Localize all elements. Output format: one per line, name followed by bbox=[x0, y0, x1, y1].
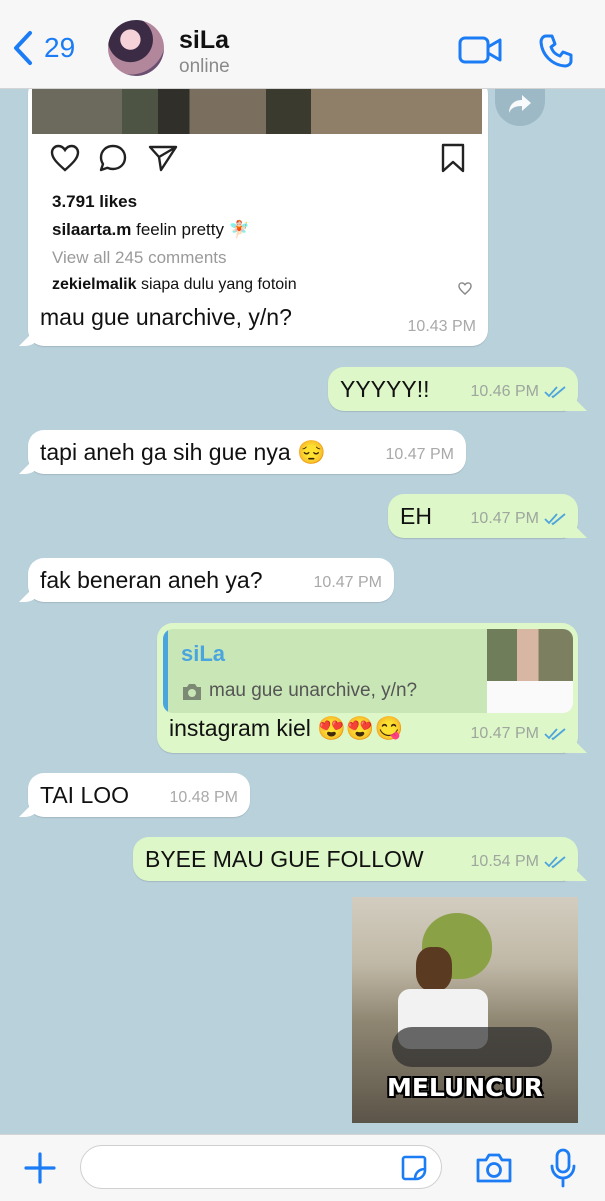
post-likes: 3.791 likes bbox=[52, 192, 138, 211]
message-time: 10.47 PM bbox=[313, 574, 382, 591]
message-time: 10.47 PM bbox=[471, 725, 566, 743]
post-comment: zekielmalik siapa dulu yang fotoin bbox=[52, 276, 297, 294]
time-label: 10.47 PM bbox=[470, 510, 539, 527]
bike bbox=[392, 1027, 552, 1067]
camera-icon[interactable] bbox=[475, 1152, 513, 1184]
bookmark-icon bbox=[441, 143, 465, 173]
quoted-sender: siLa bbox=[181, 641, 226, 666]
message-time: 10.47 PM bbox=[471, 510, 566, 528]
post-photo bbox=[32, 88, 482, 134]
sticker-icon[interactable] bbox=[401, 1155, 427, 1181]
incoming-message[interactable]: TAI LOO 10.48 PM bbox=[28, 773, 250, 817]
message-time: 10.43 PM bbox=[407, 318, 476, 335]
rider-head bbox=[416, 947, 452, 991]
forward-button[interactable] bbox=[495, 88, 545, 126]
message-text: mau gue unarchive, y/n? bbox=[40, 304, 292, 330]
read-ticks-icon bbox=[544, 513, 566, 526]
meme-caption: MELUNCUR bbox=[386, 1073, 544, 1102]
caption-username: silaarta.m bbox=[52, 220, 132, 239]
back-button[interactable]: 29 bbox=[12, 30, 75, 66]
comment-heart-icon bbox=[458, 282, 472, 295]
quote-bar bbox=[163, 629, 168, 713]
read-ticks-icon bbox=[544, 856, 566, 869]
message-time: 10.47 PM bbox=[385, 446, 454, 463]
forward-icon bbox=[509, 95, 531, 113]
comment-username: zekielmalik bbox=[52, 276, 137, 293]
message-text: BYEE MAU GUE FOLLOW bbox=[145, 846, 424, 872]
message-input[interactable] bbox=[80, 1145, 442, 1189]
message-text: fak beneran aneh ya? bbox=[40, 567, 263, 593]
time-label: 10.46 PM bbox=[470, 383, 539, 400]
message-text: tapi aneh ga sih gue nya 😔 bbox=[40, 439, 326, 465]
incoming-message[interactable]: tapi aneh ga sih gue nya 😔 10.47 PM bbox=[28, 430, 466, 474]
thumbnail-photo bbox=[487, 629, 573, 681]
outgoing-reply-message[interactable]: siLa mau gue unarchive, y/n? instagram k… bbox=[157, 623, 578, 753]
plus-icon[interactable] bbox=[24, 1152, 56, 1184]
post-card: 3.791 likes silaarta.m feelin pretty 🧚🏻 … bbox=[32, 134, 484, 295]
message-time: 10.48 PM bbox=[169, 789, 238, 806]
message-time: 10.54 PM bbox=[471, 853, 566, 871]
message-text: YYYYY!! bbox=[340, 376, 430, 402]
contact-name[interactable]: siLa bbox=[179, 26, 229, 55]
video-call-icon[interactable] bbox=[458, 36, 502, 64]
meme-image[interactable]: MELUNCUR bbox=[352, 897, 578, 1123]
message-composer bbox=[0, 1134, 605, 1201]
camera-icon bbox=[183, 684, 201, 700]
share-icon bbox=[148, 145, 178, 172]
phone-icon[interactable] bbox=[538, 33, 574, 69]
message-text: TAI LOO bbox=[40, 782, 130, 808]
message-text: EH bbox=[400, 503, 432, 529]
view-comments-link: View all 245 comments bbox=[52, 248, 227, 267]
message-text: instagram kiel 😍😍😋 bbox=[169, 715, 404, 741]
chevron-left-icon bbox=[14, 31, 32, 65]
chat-header: 29 siLa online bbox=[0, 0, 605, 89]
message-time: 10.46 PM bbox=[471, 383, 566, 401]
quoted-message[interactable]: siLa mau gue unarchive, y/n? bbox=[163, 629, 573, 713]
outgoing-message[interactable]: YYYYY!! 10.46 PM bbox=[328, 367, 578, 411]
read-ticks-icon bbox=[544, 728, 566, 741]
microphone-icon[interactable] bbox=[550, 1148, 576, 1188]
chat-area[interactable]: 3.791 likes silaarta.m feelin pretty 🧚🏻 … bbox=[0, 88, 605, 1134]
incoming-message[interactable]: fak beneran aneh ya? 10.47 PM bbox=[28, 558, 394, 602]
heart-icon bbox=[50, 144, 80, 172]
read-ticks-icon bbox=[544, 386, 566, 399]
comment-text: siapa dulu yang fotoin bbox=[140, 276, 297, 293]
unread-count: 29 bbox=[44, 32, 76, 63]
time-label: 10.47 PM bbox=[470, 725, 539, 742]
quoted-thumbnail bbox=[487, 629, 573, 713]
contact-status: online bbox=[179, 56, 230, 77]
time-label: 10.54 PM bbox=[470, 853, 539, 870]
comment-icon bbox=[99, 144, 127, 172]
caption-text: feelin pretty 🧚🏻 bbox=[136, 220, 250, 239]
avatar[interactable] bbox=[108, 20, 164, 76]
outgoing-message[interactable]: BYEE MAU GUE FOLLOW 10.54 PM bbox=[133, 837, 578, 881]
post-caption: silaarta.m feelin pretty 🧚🏻 bbox=[52, 220, 250, 240]
outgoing-message[interactable]: EH 10.47 PM bbox=[388, 494, 578, 538]
quoted-text: mau gue unarchive, y/n? bbox=[209, 680, 418, 701]
incoming-message-instagram[interactable]: 3.791 likes silaarta.m feelin pretty 🧚🏻 … bbox=[28, 88, 488, 346]
